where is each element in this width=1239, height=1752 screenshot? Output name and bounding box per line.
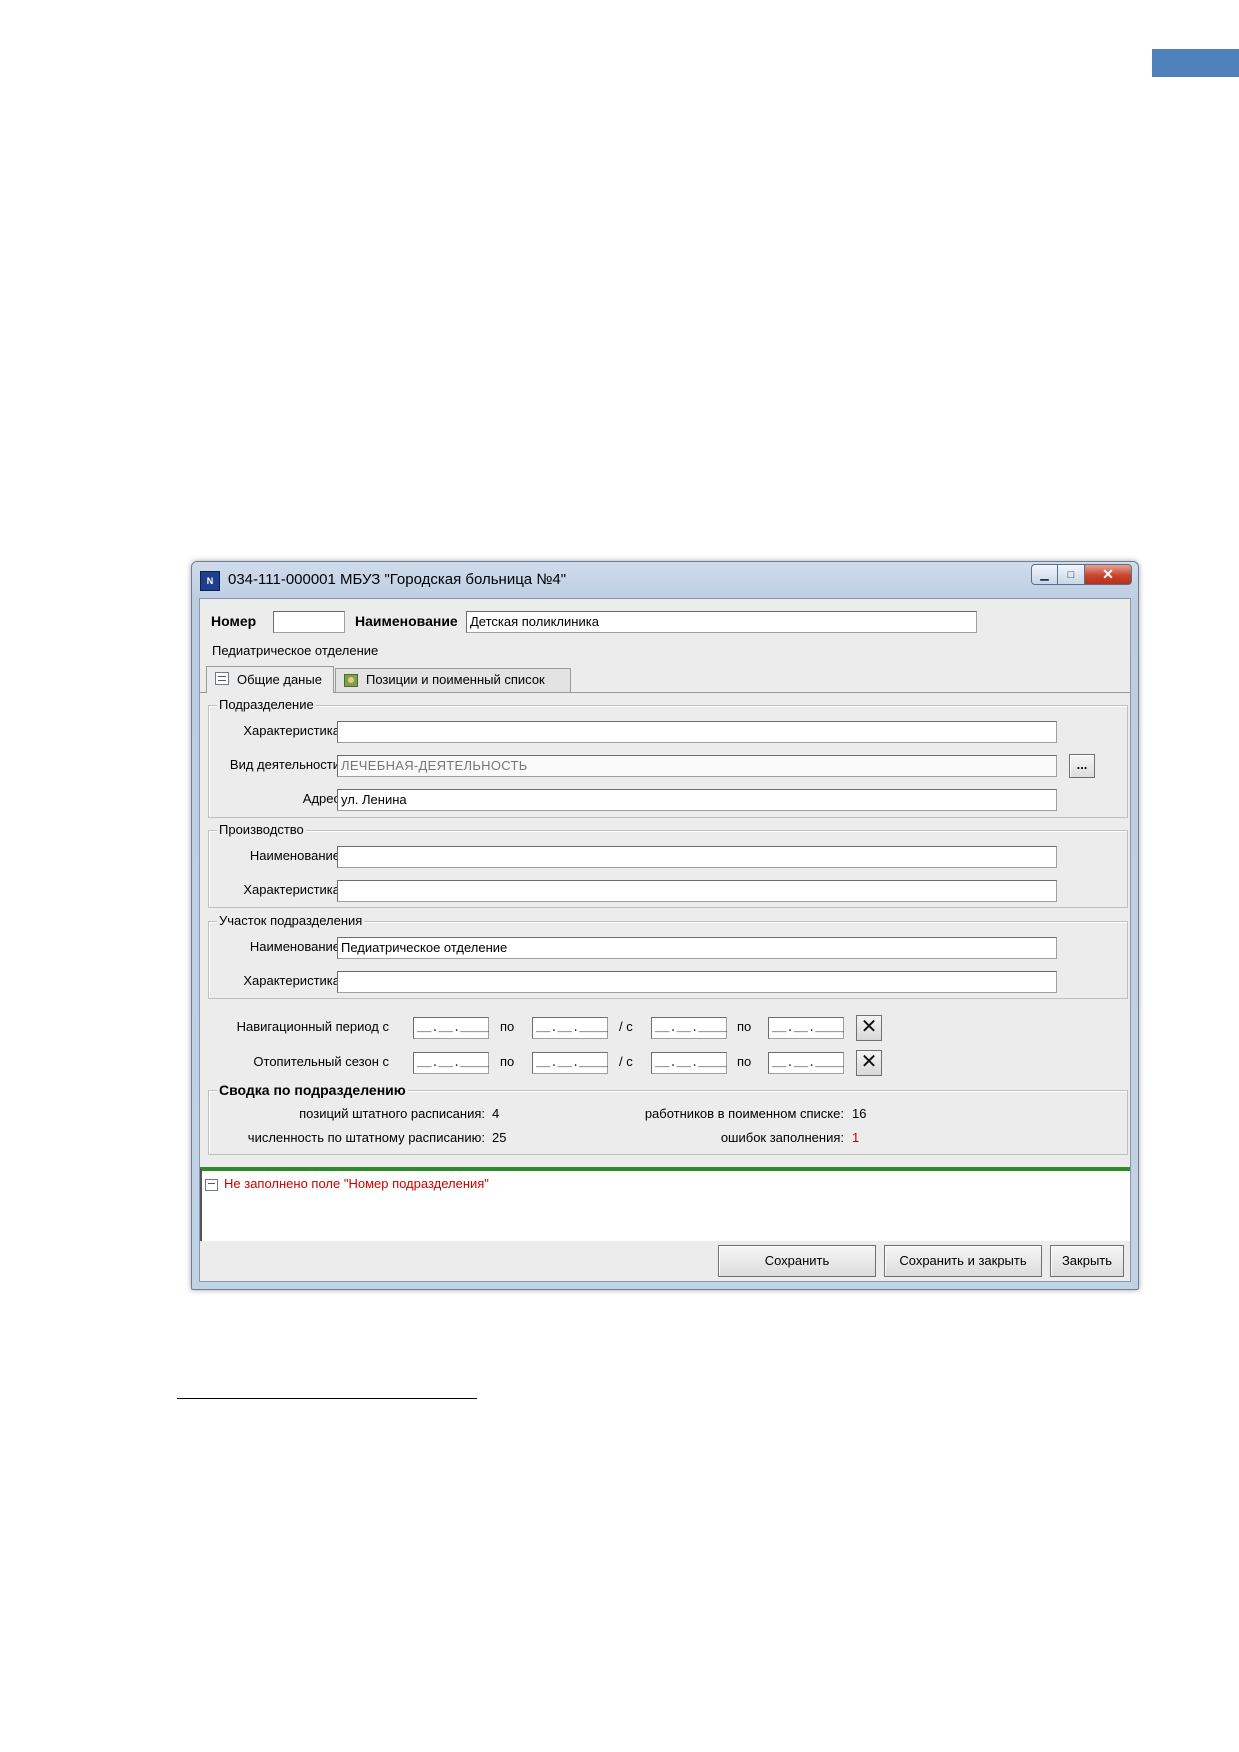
subdivision-characteristic-input[interactable] (337, 721, 1057, 743)
subtitle-text: Педиатрическое отделение (212, 643, 379, 658)
nav-period-clear-button[interactable]: ✕ (856, 1015, 882, 1041)
nav-period-to-1[interactable]: __.__.____ (532, 1017, 608, 1039)
nav-from-label-2: / с (619, 1019, 633, 1034)
app-icon: N (200, 571, 220, 591)
address-input[interactable]: ул. Ленина (337, 789, 1057, 811)
section-group-title: Участок подразделения (217, 913, 365, 928)
close-button[interactable]: Закрыть (1050, 1245, 1124, 1277)
subdivision-group: Подразделение Характеристика Вид деятель… (208, 697, 1128, 818)
heat-season-clear-button[interactable]: ✕ (856, 1050, 882, 1076)
list-icon (215, 672, 229, 685)
name-input[interactable]: Детская поликлиника (466, 611, 977, 633)
heat-to-label-2: по (737, 1054, 752, 1069)
section-characteristic-label: Характеристика (243, 973, 340, 988)
subdivision-group-title: Подразделение (217, 697, 316, 712)
nav-to-label-2: по (737, 1019, 752, 1034)
headcount-label: численность по штатному расписанию: (247, 1130, 485, 1145)
workers-label: работников в поименном списке: (644, 1106, 844, 1121)
address-label: Адрес (302, 791, 340, 806)
dialog-window: N 034-111-000001 МБУЗ "Городская больниц… (191, 561, 1139, 1290)
dialog-client-area: Номер Наименование Детская поликлиника П… (199, 598, 1131, 1282)
production-characteristic-label: Характеристика (243, 882, 340, 897)
page-corner-tab (1152, 49, 1239, 77)
heating-season-label: Отопительный сезон с (253, 1054, 389, 1069)
nav-period-from-2[interactable]: __.__.____ (651, 1017, 727, 1039)
positions-label: позиций штатного расписания: (299, 1106, 485, 1121)
tab-general[interactable]: Общие даные (206, 666, 334, 693)
message-icon (205, 1179, 218, 1191)
section-name-label: Наименование (249, 939, 340, 954)
footnote-separator (177, 1398, 477, 1399)
save-button[interactable]: Сохранить (718, 1245, 876, 1277)
tab-general-label: Общие даные (237, 672, 322, 687)
save-and-close-button[interactable]: Сохранить и закрыть (884, 1245, 1042, 1277)
production-group-title: Производство (217, 822, 306, 837)
heat-season-to-1[interactable]: __.__.____ (532, 1052, 608, 1074)
tab-positions-label: Позиции и поименный список (366, 672, 545, 687)
section-name-input[interactable]: Педиатрическое отделение (337, 937, 1057, 959)
subdivision-characteristic-label: Характеристика (243, 723, 340, 738)
heat-from-label-2: / с (619, 1054, 633, 1069)
validation-messages: Не заполнено поле "Номер подразделения" (200, 1167, 1130, 1241)
errors-value: 1 (852, 1130, 860, 1145)
close-icon: ✕ (1102, 566, 1114, 582)
activity-label: Вид деятельности (229, 757, 340, 772)
number-label: Номер (211, 613, 257, 629)
number-input[interactable] (273, 611, 345, 633)
production-name-input[interactable] (337, 846, 1057, 868)
close-window-button[interactable]: ✕ (1085, 564, 1132, 585)
summary-group-title: Сводка по подразделению (217, 1082, 408, 1098)
section-characteristic-input[interactable] (337, 971, 1057, 993)
clear-icon: ✕ (860, 1051, 878, 1073)
errors-label: ошибок заполнения: (720, 1130, 844, 1145)
activity-browse-button[interactable]: ... (1069, 754, 1095, 778)
name-label: Наименование (355, 613, 458, 629)
maximize-icon: □ (1067, 568, 1075, 581)
maximize-button[interactable]: □ (1058, 564, 1085, 585)
headcount-value: 25 (492, 1130, 507, 1145)
heat-to-label-1: по (500, 1054, 515, 1069)
nav-period-from-1[interactable]: __.__.____ (413, 1017, 489, 1039)
validation-error-text[interactable]: Не заполнено поле "Номер подразделения" (224, 1176, 489, 1191)
window-title: 034-111-000001 МБУЗ "Городская больница … (228, 571, 567, 588)
people-icon (344, 674, 358, 687)
production-group: Производство Наименование Характеристика (208, 822, 1128, 908)
summary-group: Сводка по подразделению позиций штатного… (208, 1082, 1128, 1155)
production-characteristic-input[interactable] (337, 880, 1057, 902)
production-name-label: Наименование (249, 848, 340, 863)
caption-buttons: ▁ □ ✕ (1031, 564, 1132, 586)
heat-season-from-2[interactable]: __.__.____ (651, 1052, 727, 1074)
nav-to-label-1: по (500, 1019, 515, 1034)
minimize-icon: ▁ (1040, 569, 1049, 581)
heat-season-from-1[interactable]: __.__.____ (413, 1052, 489, 1074)
clear-icon: ✕ (860, 1016, 878, 1038)
tab-strip: Общие даные Позиции и поименный список (200, 666, 1130, 693)
title-bar[interactable]: N 034-111-000001 МБУЗ "Городская больниц… (192, 562, 1138, 598)
section-group: Участок подразделения Наименование Педиа… (208, 913, 1128, 999)
nav-period-label: Навигационный период с (236, 1019, 389, 1034)
heat-season-to-2[interactable]: __.__.____ (768, 1052, 844, 1074)
tab-positions[interactable]: Позиции и поименный список (335, 668, 571, 692)
workers-value: 16 (852, 1106, 867, 1121)
minimize-button[interactable]: ▁ (1031, 564, 1058, 585)
positions-value: 4 (492, 1106, 500, 1121)
nav-period-to-2[interactable]: __.__.____ (768, 1017, 844, 1039)
activity-input[interactable]: ЛЕЧЕБНАЯ-ДЕЯТЕЛЬНОСТЬ (337, 755, 1057, 777)
